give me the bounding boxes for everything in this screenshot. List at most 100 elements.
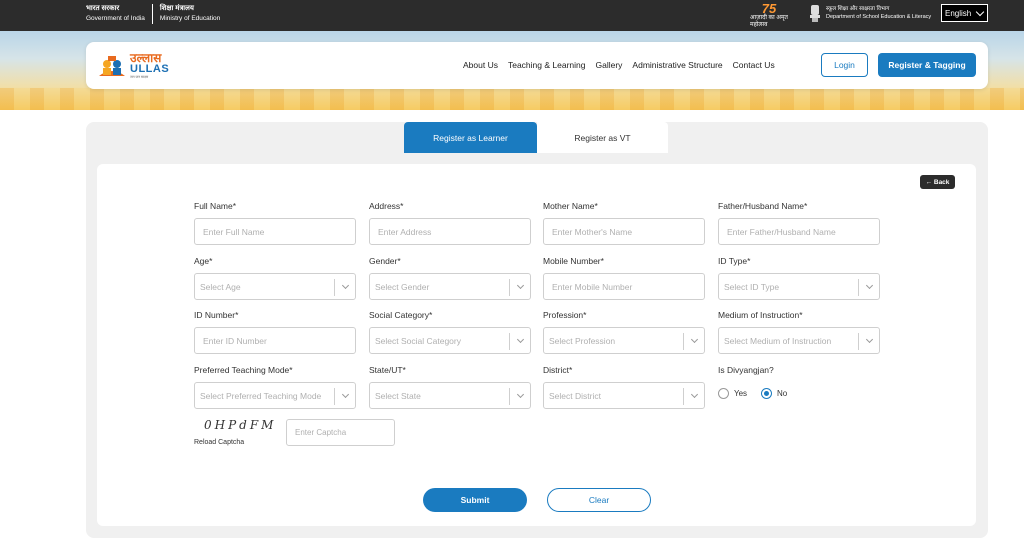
- national-emblem-icon: [810, 5, 820, 22]
- teaching-mode-label: Preferred Teaching Mode*: [194, 365, 293, 375]
- father-name-input[interactable]: Enter Father/Husband Name: [718, 218, 880, 245]
- language-value: English: [945, 8, 972, 18]
- profession-field: Profession* Select Profession: [543, 310, 705, 354]
- state-select[interactable]: Select State: [369, 382, 531, 409]
- captcha-input[interactable]: Enter Captcha: [286, 419, 395, 446]
- select-divider: [509, 333, 510, 350]
- mobile-number-input[interactable]: Enter Mobile Number: [543, 273, 705, 300]
- ministry-of-education: शिक्षा मंत्रालय Ministry of Education: [160, 4, 220, 24]
- chevron-down-icon: [690, 390, 699, 399]
- select-divider: [858, 279, 859, 296]
- social-category-label: Social Category*: [369, 310, 433, 320]
- teaching-mode-select[interactable]: Select Preferred Teaching Mode: [194, 382, 356, 409]
- social-category-field: Social Category* Select Social Category: [369, 310, 531, 354]
- azadi-number: 75: [761, 0, 777, 16]
- radio-yes-label: Yes: [734, 389, 748, 398]
- radio-no[interactable]: [761, 388, 772, 399]
- chevron-down-icon: [516, 281, 525, 290]
- ministry-english-label: Ministry of Education: [159, 15, 221, 22]
- district-label: District*: [543, 365, 573, 375]
- id-type-select[interactable]: Select ID Type: [718, 273, 880, 300]
- state-field: State/UT* Select State: [369, 365, 531, 409]
- back-button[interactable]: ← Back: [920, 175, 955, 189]
- department-hindi-label: स्कूल शिक्षा और साक्षरता विभाग: [826, 6, 890, 12]
- language-select[interactable]: English: [941, 4, 988, 22]
- id-type-label: ID Type*: [718, 256, 751, 266]
- father-name-label: Father/Husband Name*: [718, 201, 808, 211]
- profession-select[interactable]: Select Profession: [543, 327, 705, 354]
- radio-yes[interactable]: [718, 388, 729, 399]
- father-name-field: Father/Husband Name* Enter Father/Husban…: [718, 201, 880, 245]
- state-label: State/UT*: [369, 365, 406, 375]
- chevron-down-icon: [865, 281, 874, 290]
- ullas-logo[interactable]: उल्लास ULLAS जन जन साक्षर: [97, 50, 177, 82]
- divider: [151, 4, 153, 24]
- chevron-down-icon: [341, 390, 350, 399]
- profession-label: Profession*: [543, 310, 587, 320]
- chevron-down-icon: [516, 390, 525, 399]
- select-divider: [509, 279, 510, 296]
- tab-register-vt[interactable]: Register as VT: [537, 122, 668, 153]
- id-number-input[interactable]: Enter ID Number: [194, 327, 356, 354]
- age-select[interactable]: Select Age: [194, 273, 356, 300]
- address-input[interactable]: Enter Address: [369, 218, 531, 245]
- government-header-bar: भारत सरकार Government of India शिक्षा मं…: [0, 0, 1024, 31]
- medium-of-instruction-placeholder: Select Medium of Instruction: [724, 335, 832, 346]
- chevron-down-icon: [975, 7, 985, 17]
- select-divider: [334, 279, 335, 296]
- divyangjan-no-option[interactable]: No: [761, 388, 787, 399]
- register-tagging-button[interactable]: Register & Tagging: [878, 53, 976, 77]
- government-branding: भारत सरकार Government of India शिक्षा मं…: [86, 4, 220, 24]
- social-category-select[interactable]: Select Social Category: [369, 327, 531, 354]
- nav-gallery[interactable]: Gallery: [595, 60, 622, 70]
- id-number-field: ID Number* Enter ID Number: [194, 310, 356, 354]
- ullas-emblem-icon: [99, 56, 125, 76]
- divyangjan-yes-option[interactable]: Yes: [718, 388, 747, 399]
- medium-of-instruction-select[interactable]: Select Medium of Instruction: [718, 327, 880, 354]
- mother-name-input[interactable]: Enter Mother's Name: [543, 218, 705, 245]
- address-label: Address*: [369, 201, 404, 211]
- full-name-field: Full Name* Enter Full Name: [194, 201, 356, 245]
- divyangjan-label: Is Divyangjan?: [718, 365, 774, 375]
- district-select[interactable]: Select District: [543, 382, 705, 409]
- gender-placeholder: Select Gender: [375, 281, 430, 292]
- medium-of-instruction-field: Medium of Instruction* Select Medium of …: [718, 310, 880, 354]
- login-button[interactable]: Login: [821, 53, 868, 77]
- chevron-down-icon: [690, 335, 699, 344]
- logo-tagline: जन जन साक्षर: [130, 75, 149, 79]
- nav-administrative-structure[interactable]: Administrative Structure: [632, 60, 722, 70]
- government-english-label: Government of India: [86, 15, 145, 22]
- nav-about-us[interactable]: About Us: [463, 60, 498, 70]
- select-divider: [858, 333, 859, 350]
- reload-captcha-link[interactable]: Reload Captcha: [194, 439, 244, 446]
- captcha-image: 0HPdFM: [204, 418, 277, 432]
- age-field: Age* Select Age: [194, 256, 356, 300]
- mobile-number-field: Mobile Number* Enter Mobile Number: [543, 256, 705, 300]
- select-divider: [683, 388, 684, 405]
- registration-form: ← Back Full Name* Enter Full Name Addres…: [97, 164, 976, 526]
- nav-contact-us[interactable]: Contact Us: [733, 60, 775, 70]
- tab-register-learner[interactable]: Register as Learner: [404, 122, 537, 153]
- age-placeholder: Select Age: [200, 281, 241, 292]
- submit-button[interactable]: Submit: [423, 488, 527, 512]
- government-of-india: भारत सरकार Government of India: [86, 4, 145, 24]
- nav-teaching-learning[interactable]: Teaching & Learning: [508, 60, 586, 70]
- registration-tabs: Register as Learner Register as VT: [404, 122, 668, 153]
- main-navbar: उल्लास ULLAS जन जन साक्षर About Us Teach…: [86, 42, 988, 89]
- gender-select[interactable]: Select Gender: [369, 273, 531, 300]
- id-number-label: ID Number*: [194, 310, 239, 320]
- logo-english-text: ULLAS: [130, 63, 170, 75]
- clear-button[interactable]: Clear: [547, 488, 651, 512]
- chevron-down-icon: [516, 335, 525, 344]
- gender-field: Gender* Select Gender: [369, 256, 531, 300]
- mother-name-field: Mother Name* Enter Mother's Name: [543, 201, 705, 245]
- select-divider: [334, 388, 335, 405]
- profession-placeholder: Select Profession: [549, 335, 616, 346]
- full-name-input[interactable]: Enter Full Name: [194, 218, 356, 245]
- medium-of-instruction-label: Medium of Instruction*: [718, 310, 803, 320]
- social-category-placeholder: Select Social Category: [375, 335, 461, 346]
- chevron-down-icon: [865, 335, 874, 344]
- azadi-text: आज़ादी का अमृत महोत्सव: [750, 14, 788, 28]
- divyangjan-field: Is Divyangjan?: [718, 365, 880, 382]
- age-label: Age*: [194, 256, 213, 266]
